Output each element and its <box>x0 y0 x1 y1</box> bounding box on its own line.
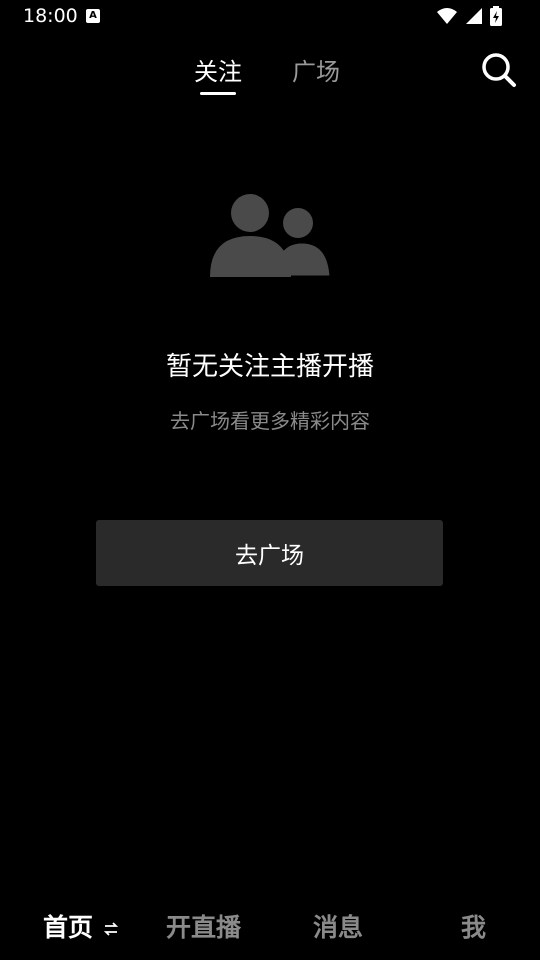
status-icons <box>436 6 502 26</box>
nav-messages[interactable]: 消息 <box>313 908 363 944</box>
tab-active-indicator <box>200 92 236 95</box>
swap-icon <box>103 922 118 936</box>
users-icon <box>210 194 333 279</box>
cell-signal-icon <box>466 8 482 24</box>
accessibility-badge-icon: A <box>86 9 100 23</box>
empty-subtitle: 去广场看更多精彩内容 <box>170 409 370 433</box>
tab-follow[interactable]: 关注 <box>194 52 242 87</box>
nav-go-live[interactable]: 开直播 <box>166 908 241 944</box>
nav-home[interactable]: 首页 <box>43 908 118 944</box>
bottom-nav: 首页 开直播 消息 我 <box>0 890 540 960</box>
empty-title: 暂无关注主播开播 <box>165 352 374 382</box>
status-bar: 18:00 A <box>0 0 540 34</box>
wifi-icon <box>437 8 457 24</box>
search-icon[interactable] <box>478 50 518 90</box>
battery-charging-icon <box>490 6 502 26</box>
top-tabs: 关注 广场 <box>0 52 540 102</box>
tab-plaza[interactable]: 广场 <box>292 52 340 87</box>
status-time: 18:00 <box>23 5 78 27</box>
nav-home-label: 首页 <box>43 913 94 942</box>
go-plaza-button[interactable]: 去广场 <box>96 520 443 586</box>
nav-me[interactable]: 我 <box>461 908 486 944</box>
